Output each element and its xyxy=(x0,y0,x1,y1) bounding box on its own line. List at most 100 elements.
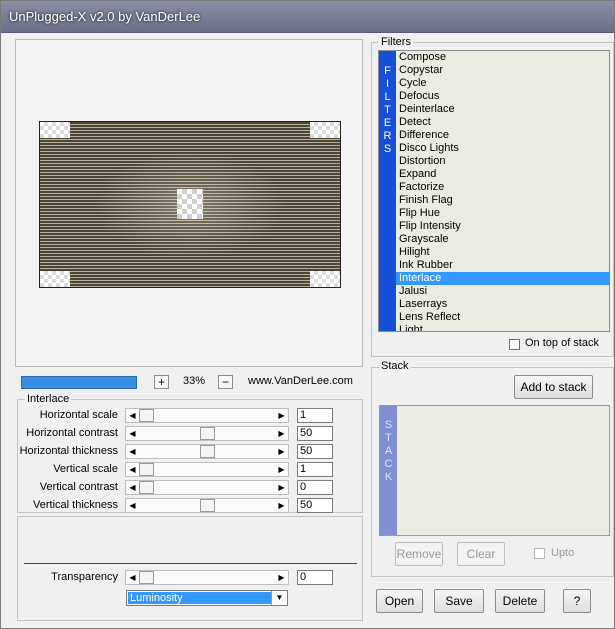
stack-list[interactable]: STACK xyxy=(379,405,610,536)
param-slider[interactable]: ◀ ▶ xyxy=(125,408,289,423)
filter-item[interactable]: Detect xyxy=(396,116,609,129)
filter-item[interactable]: Compose xyxy=(396,51,609,64)
preview-corner-bl xyxy=(40,271,70,287)
zoom-progress-bar[interactable] xyxy=(21,376,137,389)
filter-item[interactable]: Grayscale xyxy=(396,233,609,246)
preview-corner-br xyxy=(310,271,340,287)
filter-item[interactable]: Flip Hue xyxy=(396,207,609,220)
delete-button[interactable]: Delete xyxy=(495,589,545,613)
preview-image[interactable] xyxy=(39,121,341,288)
param-slider-thumb[interactable] xyxy=(200,427,215,440)
title-bar[interactable]: UnPlugged-X v2.0 by VanDerLee xyxy=(1,1,614,33)
param-value[interactable]: 1 xyxy=(297,408,333,423)
add-to-stack-button[interactable]: Add to stack xyxy=(514,375,593,399)
filter-item[interactable]: Disco Lights xyxy=(396,142,609,155)
triangle-left-icon[interactable]: ◀ xyxy=(126,571,139,584)
param-value[interactable]: 50 xyxy=(297,426,333,441)
transparency-slider-thumb[interactable] xyxy=(139,571,154,584)
clear-button[interactable]: Clear xyxy=(457,542,505,566)
param-slider-thumb[interactable] xyxy=(139,409,154,422)
filter-items[interactable]: Compose Copystar Cycle Defocus Deinterlace De… xyxy=(396,51,609,331)
triangle-left-icon[interactable]: ◀ xyxy=(126,481,139,494)
filter-item[interactable]: Lens Reflect xyxy=(396,311,609,324)
param-slider[interactable]: ◀ ▶ xyxy=(125,480,289,495)
stack-vertical-strip: STACK xyxy=(380,406,397,535)
stack-strip-letter: A xyxy=(384,445,393,457)
transparency-label: Transparency xyxy=(51,571,118,583)
param-slider-thumb[interactable] xyxy=(200,499,215,512)
triangle-down-icon[interactable]: ▼ xyxy=(271,591,287,605)
triangle-right-icon[interactable]: ▶ xyxy=(275,499,288,512)
filters-strip-letter: E xyxy=(383,117,392,129)
open-button[interactable]: Open xyxy=(376,589,423,613)
triangle-left-icon[interactable]: ◀ xyxy=(126,427,139,440)
zoom-in-button[interactable]: + xyxy=(154,375,169,389)
upto-label: Upto xyxy=(551,547,575,559)
triangle-left-icon[interactable]: ◀ xyxy=(126,409,139,422)
param-value[interactable]: 50 xyxy=(297,498,333,513)
param-slider-thumb[interactable] xyxy=(139,481,154,494)
param-label: Horizontal scale xyxy=(39,409,118,421)
filter-item[interactable]: Distortion xyxy=(396,155,609,168)
triangle-right-icon[interactable]: ▶ xyxy=(275,481,288,494)
save-button[interactable]: Save xyxy=(434,589,484,613)
triangle-right-icon[interactable]: ▶ xyxy=(275,571,288,584)
triangle-right-icon[interactable]: ▶ xyxy=(275,445,288,458)
filter-item[interactable]: Defocus xyxy=(396,90,609,103)
filters-group-title: Filters xyxy=(379,36,413,48)
blend-mode-select[interactable]: Luminosity ▼ xyxy=(126,590,288,606)
param-label: Vertical scale xyxy=(53,463,118,475)
param-slider[interactable]: ◀ ▶ xyxy=(125,426,289,441)
help-button[interactable]: ? xyxy=(563,589,591,613)
on-top-checkbox[interactable] xyxy=(509,339,520,350)
blend-mode-value: Luminosity xyxy=(128,592,272,604)
filter-item[interactable]: Hilight xyxy=(396,246,609,259)
stack-strip-letter: C xyxy=(384,458,393,470)
param-value[interactable]: 1 xyxy=(297,462,333,477)
website-link[interactable]: www.VanDerLee.com xyxy=(248,375,353,387)
param-value[interactable]: 0 xyxy=(297,480,333,495)
filter-item[interactable]: Ink Rubber xyxy=(396,259,609,272)
param-slider-thumb[interactable] xyxy=(200,445,215,458)
filter-item[interactable]: Finish Flag xyxy=(396,194,609,207)
filter-item[interactable]: Laserrays xyxy=(396,298,609,311)
filter-item[interactable]: Interlace xyxy=(396,272,609,285)
param-slider-thumb[interactable] xyxy=(139,463,154,476)
filters-strip-letter: F xyxy=(384,65,391,77)
zoom-value: 33% xyxy=(182,375,206,387)
filter-item[interactable]: Cycle xyxy=(396,77,609,90)
param-slider[interactable]: ◀ ▶ xyxy=(125,462,289,477)
zoom-out-button[interactable]: − xyxy=(218,375,233,389)
filter-item[interactable]: Factorize xyxy=(396,181,609,194)
on-top-label: On top of stack xyxy=(525,337,599,349)
transparency-slider[interactable]: ◀ ▶ xyxy=(125,570,289,585)
preview-corner-tl xyxy=(40,122,70,138)
filters-strip-letter: R xyxy=(383,130,392,142)
triangle-right-icon[interactable]: ▶ xyxy=(275,427,288,440)
upto-checkbox[interactable] xyxy=(534,548,545,559)
param-slider[interactable]: ◀ ▶ xyxy=(125,444,289,459)
separator-line xyxy=(24,563,357,564)
param-slider[interactable]: ◀ ▶ xyxy=(125,498,289,513)
filter-item[interactable]: Jalusi xyxy=(396,285,609,298)
filter-item[interactable]: Deinterlace xyxy=(396,103,609,116)
triangle-left-icon[interactable]: ◀ xyxy=(126,445,139,458)
window-title: UnPlugged-X v2.0 by VanDerLee xyxy=(9,9,201,24)
filter-item[interactable]: Light xyxy=(396,324,609,331)
filter-item[interactable]: Difference xyxy=(396,129,609,142)
filter-item[interactable]: Copystar xyxy=(396,64,609,77)
transparency-value[interactable]: 0 xyxy=(297,570,333,585)
triangle-right-icon[interactable]: ▶ xyxy=(275,409,288,422)
filters-strip-letter: T xyxy=(384,104,391,116)
triangle-right-icon[interactable]: ▶ xyxy=(275,463,288,476)
triangle-left-icon[interactable]: ◀ xyxy=(126,499,139,512)
filter-list[interactable]: FILTERS Compose Copystar Cycle Defocus Deint… xyxy=(378,50,610,332)
param-label: Vertical contrast xyxy=(39,481,118,493)
filter-item[interactable]: Expand xyxy=(396,168,609,181)
filter-item[interactable]: Flip Intensity xyxy=(396,220,609,233)
triangle-left-icon[interactable]: ◀ xyxy=(126,463,139,476)
preview-panel xyxy=(15,39,363,367)
interlace-group-title: Interlace xyxy=(25,393,72,405)
remove-button[interactable]: Remove xyxy=(395,542,443,566)
param-value[interactable]: 50 xyxy=(297,444,333,459)
